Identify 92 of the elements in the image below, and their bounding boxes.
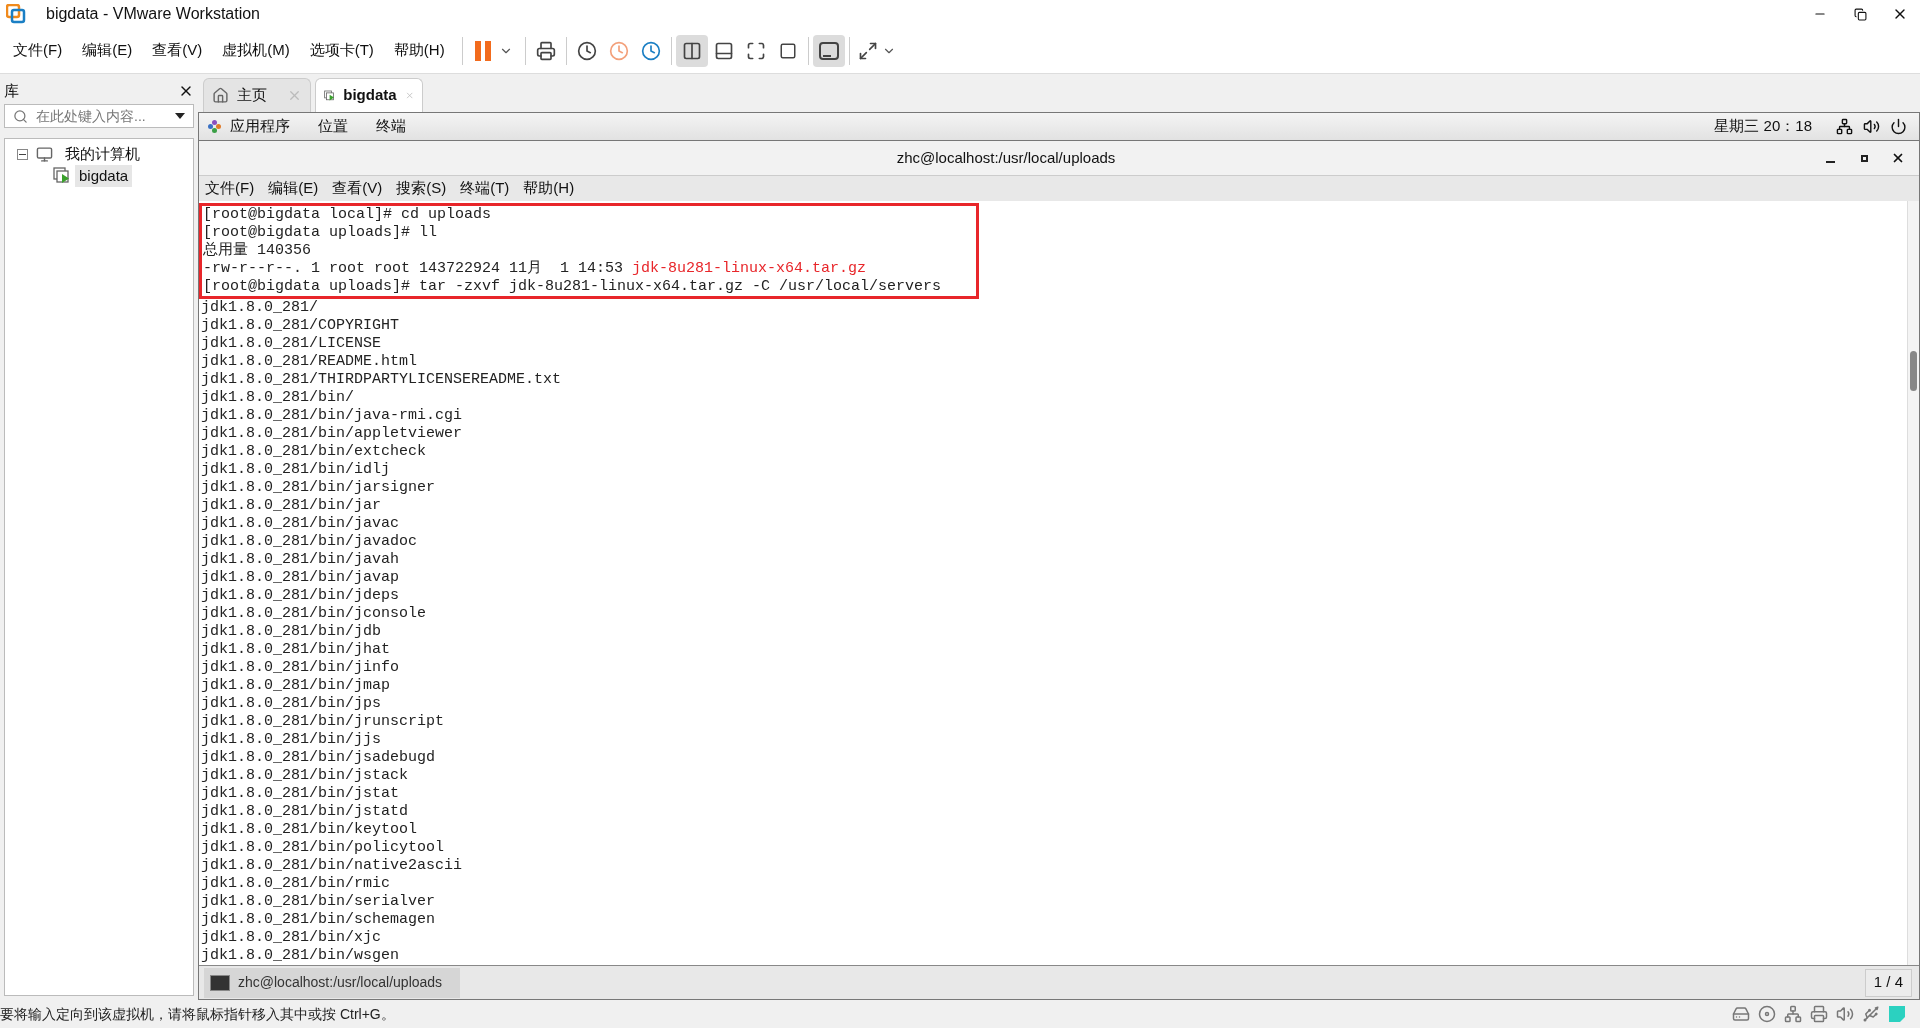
guest-menu-item[interactable]: 应用程序 xyxy=(230,115,290,138)
clock: 星期三 20：18 xyxy=(1714,116,1812,137)
printer-icon[interactable] xyxy=(1810,1005,1828,1023)
terminal-line: jdk1.8.0_281/bin/jstack xyxy=(201,767,409,785)
terminal-line: jdk1.8.0_281/bin/jps xyxy=(201,695,382,713)
panel-title: 库 xyxy=(4,80,19,101)
terminal-line: jdk1.8.0_281/bin/serialver xyxy=(201,893,436,911)
terminal-menu-item[interactable]: 文件(F) xyxy=(205,177,255,200)
window-title: bigdata - VMware Workstation xyxy=(46,4,260,24)
terminal-line: jdk1.8.0_281/bin/jmap xyxy=(201,677,391,695)
terminal-line: -rw-r--r--. 1 root root 143722924 11月 1 14:53 jdk-8u281-linux-x64.tar.gz xyxy=(203,260,867,278)
taskbar-item[interactable]: zhc@localhost:/usr/local/uploads xyxy=(204,967,460,998)
workspace-switcher[interactable]: 1 / 4 xyxy=(1864,968,1912,997)
terminal-line: jdk1.8.0_281/bin/java-rmi.cgi xyxy=(201,407,463,425)
computer-icon xyxy=(36,145,53,163)
menu-item[interactable]: 选项卡(T) xyxy=(302,39,381,62)
menu-item[interactable]: 文件(F) xyxy=(6,39,70,62)
guest-menu-item[interactable]: 位置 xyxy=(318,115,348,138)
home-icon xyxy=(212,87,229,104)
terminal-line: jdk1.8.0_281/THIRDPARTYLICENSEREADME.txt xyxy=(201,371,562,389)
menu-item[interactable]: 虚拟机(M) xyxy=(215,39,297,62)
terminal-line: jdk1.8.0_281/LICENSE xyxy=(201,335,382,353)
terminal-line: [root@bigdata local]# cd uploads xyxy=(203,206,492,224)
terminal-line: jdk1.8.0_281/bin/wsgen xyxy=(201,947,400,965)
menu-item[interactable]: 查看(V) xyxy=(145,39,210,62)
usb-icon[interactable] xyxy=(1862,1005,1880,1023)
terminal-line: jdk1.8.0_281/bin/jinfo xyxy=(201,659,400,677)
applications-icon xyxy=(207,119,222,134)
terminal-line: jdk1.8.0_281/bin/jrunscript xyxy=(201,713,445,731)
terminal-line: jdk1.8.0_281/bin/jarsigner xyxy=(201,479,436,497)
terminal-line: jdk1.8.0_281/bin/xjc xyxy=(201,929,382,947)
terminal-line: 总用量 140356 xyxy=(203,242,311,260)
tab[interactable]: 主页 xyxy=(203,78,311,112)
restore-icon xyxy=(1853,7,1867,21)
terminal-line: jdk1.8.0_281/bin/jdeps xyxy=(201,587,400,605)
terminal-line: jdk1.8.0_281/README.html xyxy=(201,353,418,371)
terminal-line: jdk1.8.0_281/bin/jar xyxy=(201,497,382,515)
dropdown-icon[interactable] xyxy=(175,113,185,119)
terminal-line: jdk1.8.0_281/bin/javap xyxy=(201,569,400,587)
terminal-line: jdk1.8.0_281/bin/rmic xyxy=(201,875,391,893)
power-icon[interactable] xyxy=(1890,118,1907,135)
menu-item[interactable]: 编辑(E) xyxy=(75,39,140,62)
status-message: 要将输入定向到该虚拟机，请将鼠标指针移入其中或按 Ctrl+G。 xyxy=(0,1004,395,1024)
collapse-toggle-icon[interactable] xyxy=(17,148,28,160)
terminal-line: jdk1.8.0_281/bin/jstatd xyxy=(201,803,409,821)
terminal-line: jdk1.8.0_281/bin/idlj xyxy=(201,461,391,479)
terminal-title: zhc@localhost:/usr/local/uploads xyxy=(895,147,1117,168)
search-icon xyxy=(13,108,28,124)
tab[interactable]: bigdata xyxy=(315,78,423,112)
terminal-line: jdk1.8.0_281/bin/keytool xyxy=(201,821,418,839)
close-icon xyxy=(1891,151,1905,165)
tree-item[interactable]: 我的计算机 xyxy=(61,142,144,166)
tree-item[interactable]: bigdata xyxy=(75,164,133,188)
terminal-line: jdk1.8.0_281/bin/appletviewer xyxy=(201,425,463,443)
terminal-line: jdk1.8.0_281/bin/schemagen xyxy=(201,911,436,929)
menu-item[interactable]: 帮助(H) xyxy=(386,39,452,62)
terminal-line: jdk1.8.0_281/bin/extcheck xyxy=(201,443,427,461)
terminal-menu-item[interactable]: 编辑(E) xyxy=(268,177,319,200)
terminal-line: jdk1.8.0_281/bin/jstat xyxy=(201,785,400,803)
terminal-menu-item[interactable]: 查看(V) xyxy=(332,177,383,200)
disc-icon[interactable] xyxy=(1758,1005,1776,1023)
vm-icon xyxy=(53,167,71,185)
terminal-line: jdk1.8.0_281/bin/javah xyxy=(201,551,400,569)
search-field[interactable]: 在此处键入内容... xyxy=(4,104,194,128)
guest-menu-item[interactable]: 终端 xyxy=(376,115,406,138)
terminal-line: jdk1.8.0_281/bin/jsadebugd xyxy=(201,749,436,767)
terminal-line: jdk1.8.0_281/COPYRIGHT xyxy=(201,317,400,335)
terminal-line: jdk1.8.0_281/bin/jjs xyxy=(201,731,382,749)
sound-icon[interactable] xyxy=(1836,1005,1854,1023)
terminal-line: jdk1.8.0_281/bin/jconsole xyxy=(201,605,427,623)
terminal-menu-item[interactable]: 帮助(H) xyxy=(523,177,575,200)
terminal-menu-item[interactable]: 终端(T) xyxy=(460,177,510,200)
terminal-line: [root@bigdata uploads]# tar -zxvf jdk-8u281-linux-x64.tar.gz -C /usr/local/servers xyxy=(203,278,942,296)
terminal-line: jdk1.8.0_281/bin/javadoc xyxy=(201,533,418,551)
scrollbar[interactable] xyxy=(1907,201,1919,965)
network-icon[interactable] xyxy=(1836,118,1853,135)
terminal-line: jdk1.8.0_281/bin/ xyxy=(201,389,355,407)
terminal-line: [root@bigdata uploads]# ll xyxy=(203,224,438,242)
stretch-icon xyxy=(857,40,878,61)
sidebar-layout-icon[interactable] xyxy=(675,34,708,67)
terminal-line: jdk1.8.0_281/bin/jhat xyxy=(201,641,391,659)
console-icon[interactable] xyxy=(812,34,845,67)
terminal-icon xyxy=(210,974,230,991)
app-logo-icon xyxy=(6,4,26,24)
network-adapter-icon[interactable] xyxy=(1784,1005,1802,1023)
volume-icon[interactable] xyxy=(1863,118,1880,135)
terminal-line: jdk1.8.0_281/ xyxy=(201,299,319,317)
terminal-line: jdk1.8.0_281/bin/jdb xyxy=(201,623,382,641)
terminal-line: jdk1.8.0_281/bin/policytool xyxy=(201,839,445,857)
terminal-line: jdk1.8.0_281/bin/javac xyxy=(201,515,400,533)
terminal-menu-item[interactable]: 搜索(S) xyxy=(396,177,447,200)
terminal-line: jdk1.8.0_281/bin/native2ascii xyxy=(201,857,463,875)
